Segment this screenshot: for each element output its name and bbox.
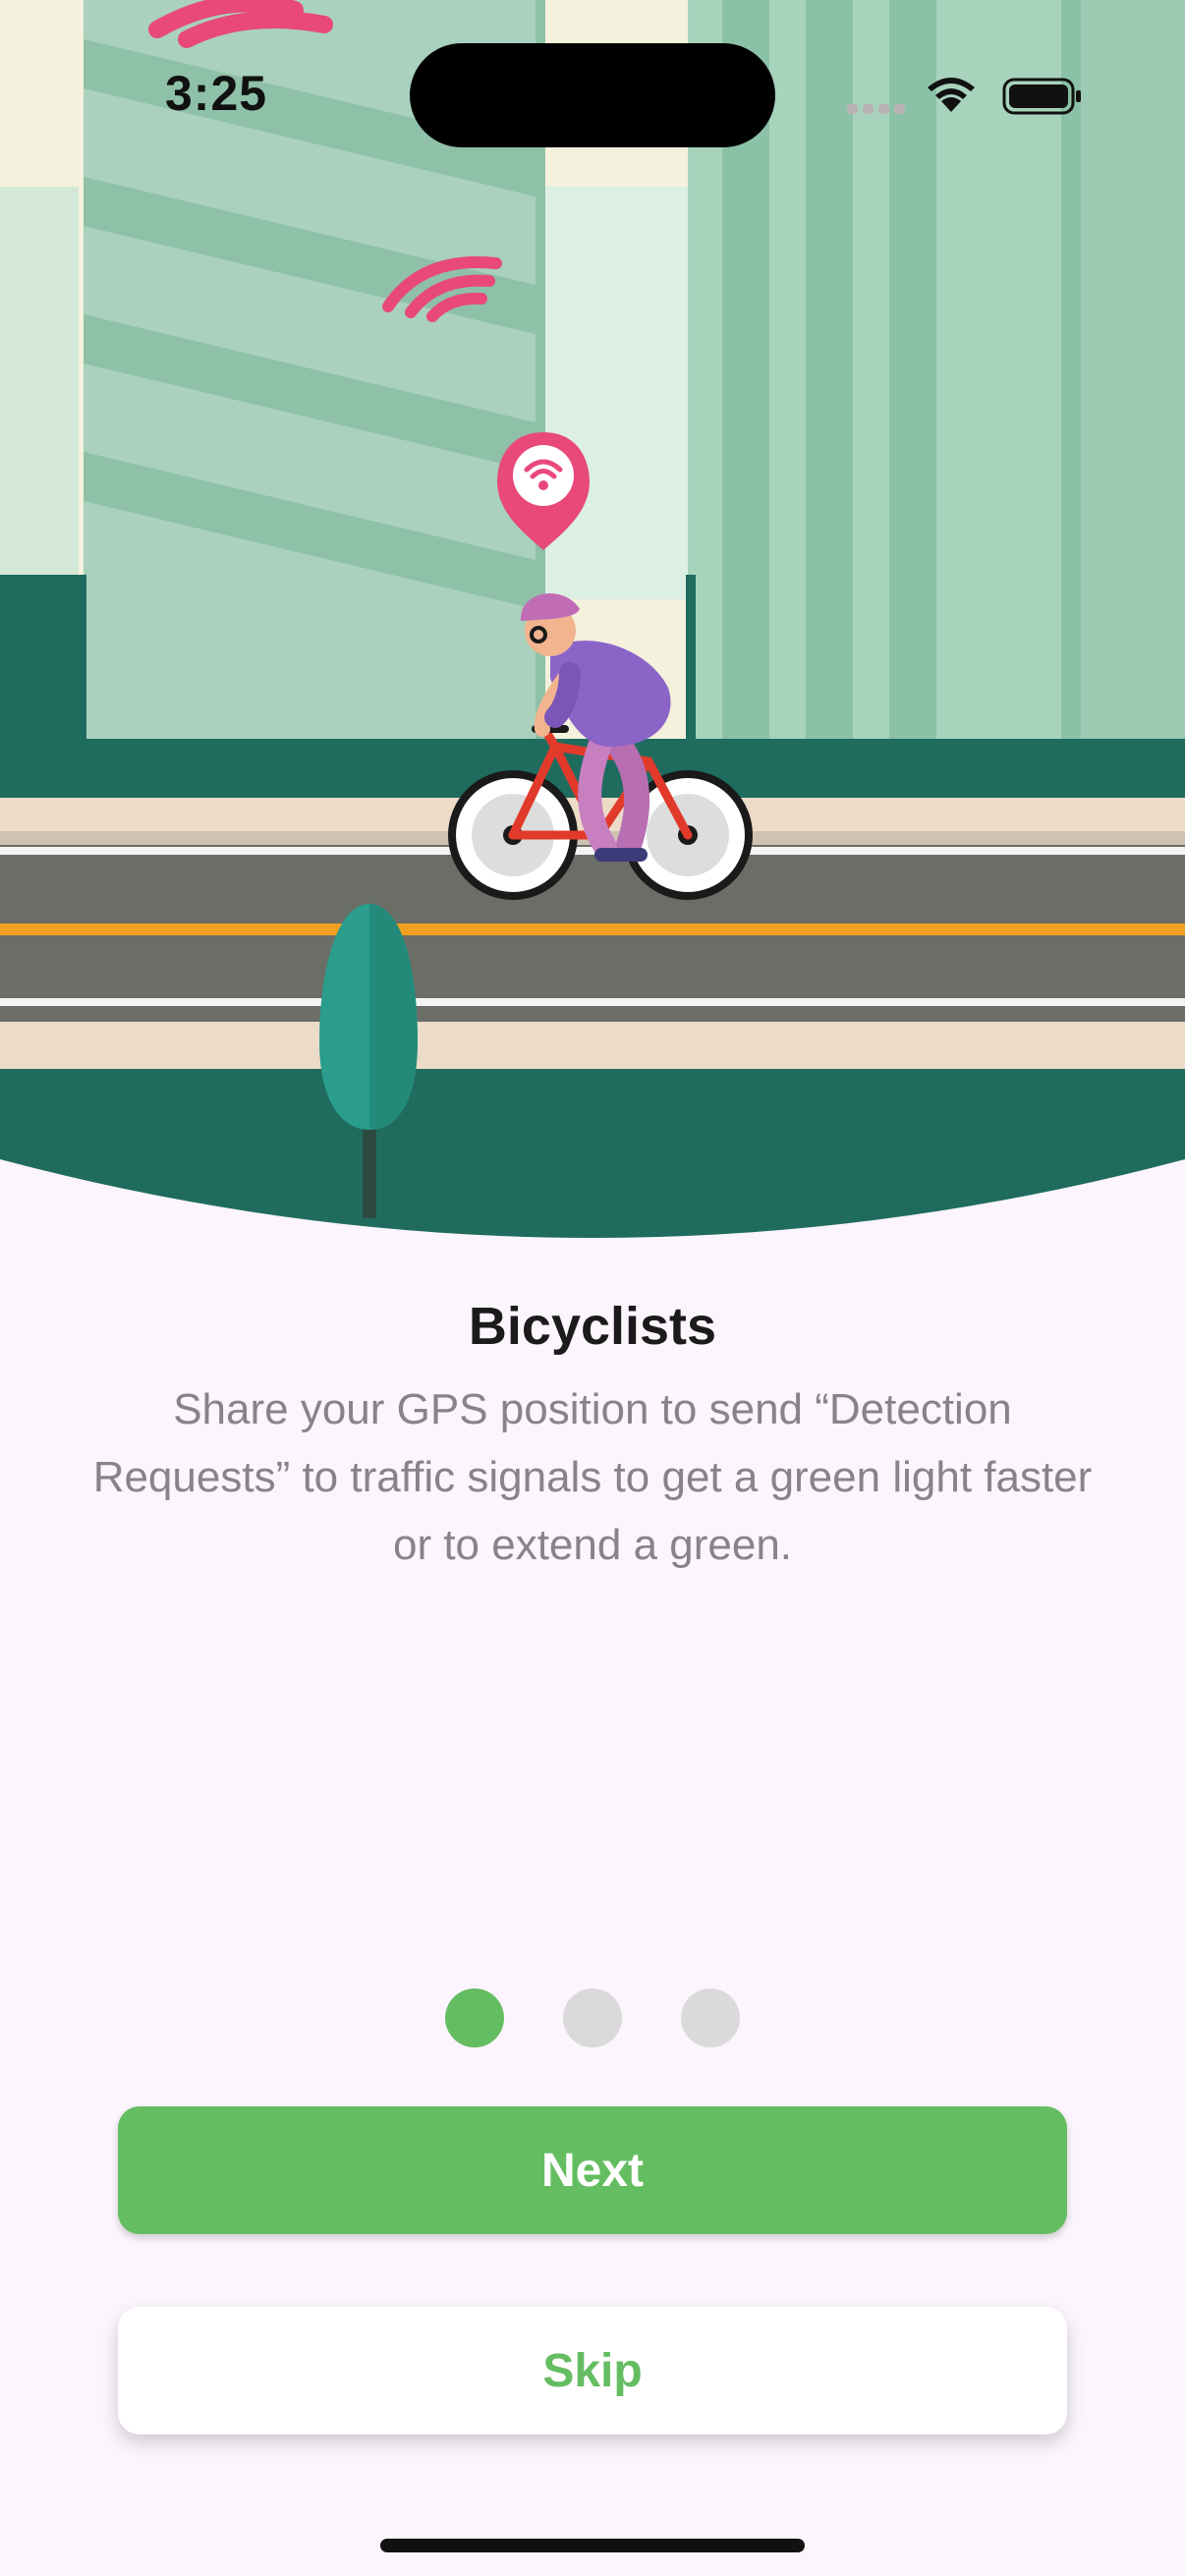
- home-indicator[interactable]: [380, 2539, 805, 2552]
- onboarding-screen: 3:25 Bicyclists Share your GPS position …: [0, 0, 1185, 2576]
- page-dot-3[interactable]: [681, 1988, 740, 2047]
- status-icons: [847, 78, 1081, 115]
- next-button[interactable]: Next: [118, 2106, 1067, 2234]
- status-time: 3:25: [165, 66, 268, 121]
- page-title: Bicyclists: [468, 1297, 717, 1356]
- page-indicator: [0, 1988, 1185, 2047]
- dynamic-island: [410, 43, 775, 147]
- battery-icon: [1002, 78, 1081, 115]
- hero-illustration: [0, 0, 1185, 1258]
- skip-button[interactable]: Skip: [118, 2307, 1067, 2435]
- wifi-icon: [928, 78, 975, 112]
- onboarding-content: Bicyclists Share your GPS position to se…: [0, 1277, 1185, 1579]
- page-dot-1-active[interactable]: [445, 1988, 504, 2047]
- cellular-signal-icon: [847, 104, 905, 114]
- status-bar: 3:25: [0, 0, 1185, 147]
- page-dot-2[interactable]: [563, 1988, 622, 2047]
- onboarding-description: Share your GPS position to send “Detecti…: [92, 1385, 1093, 1569]
